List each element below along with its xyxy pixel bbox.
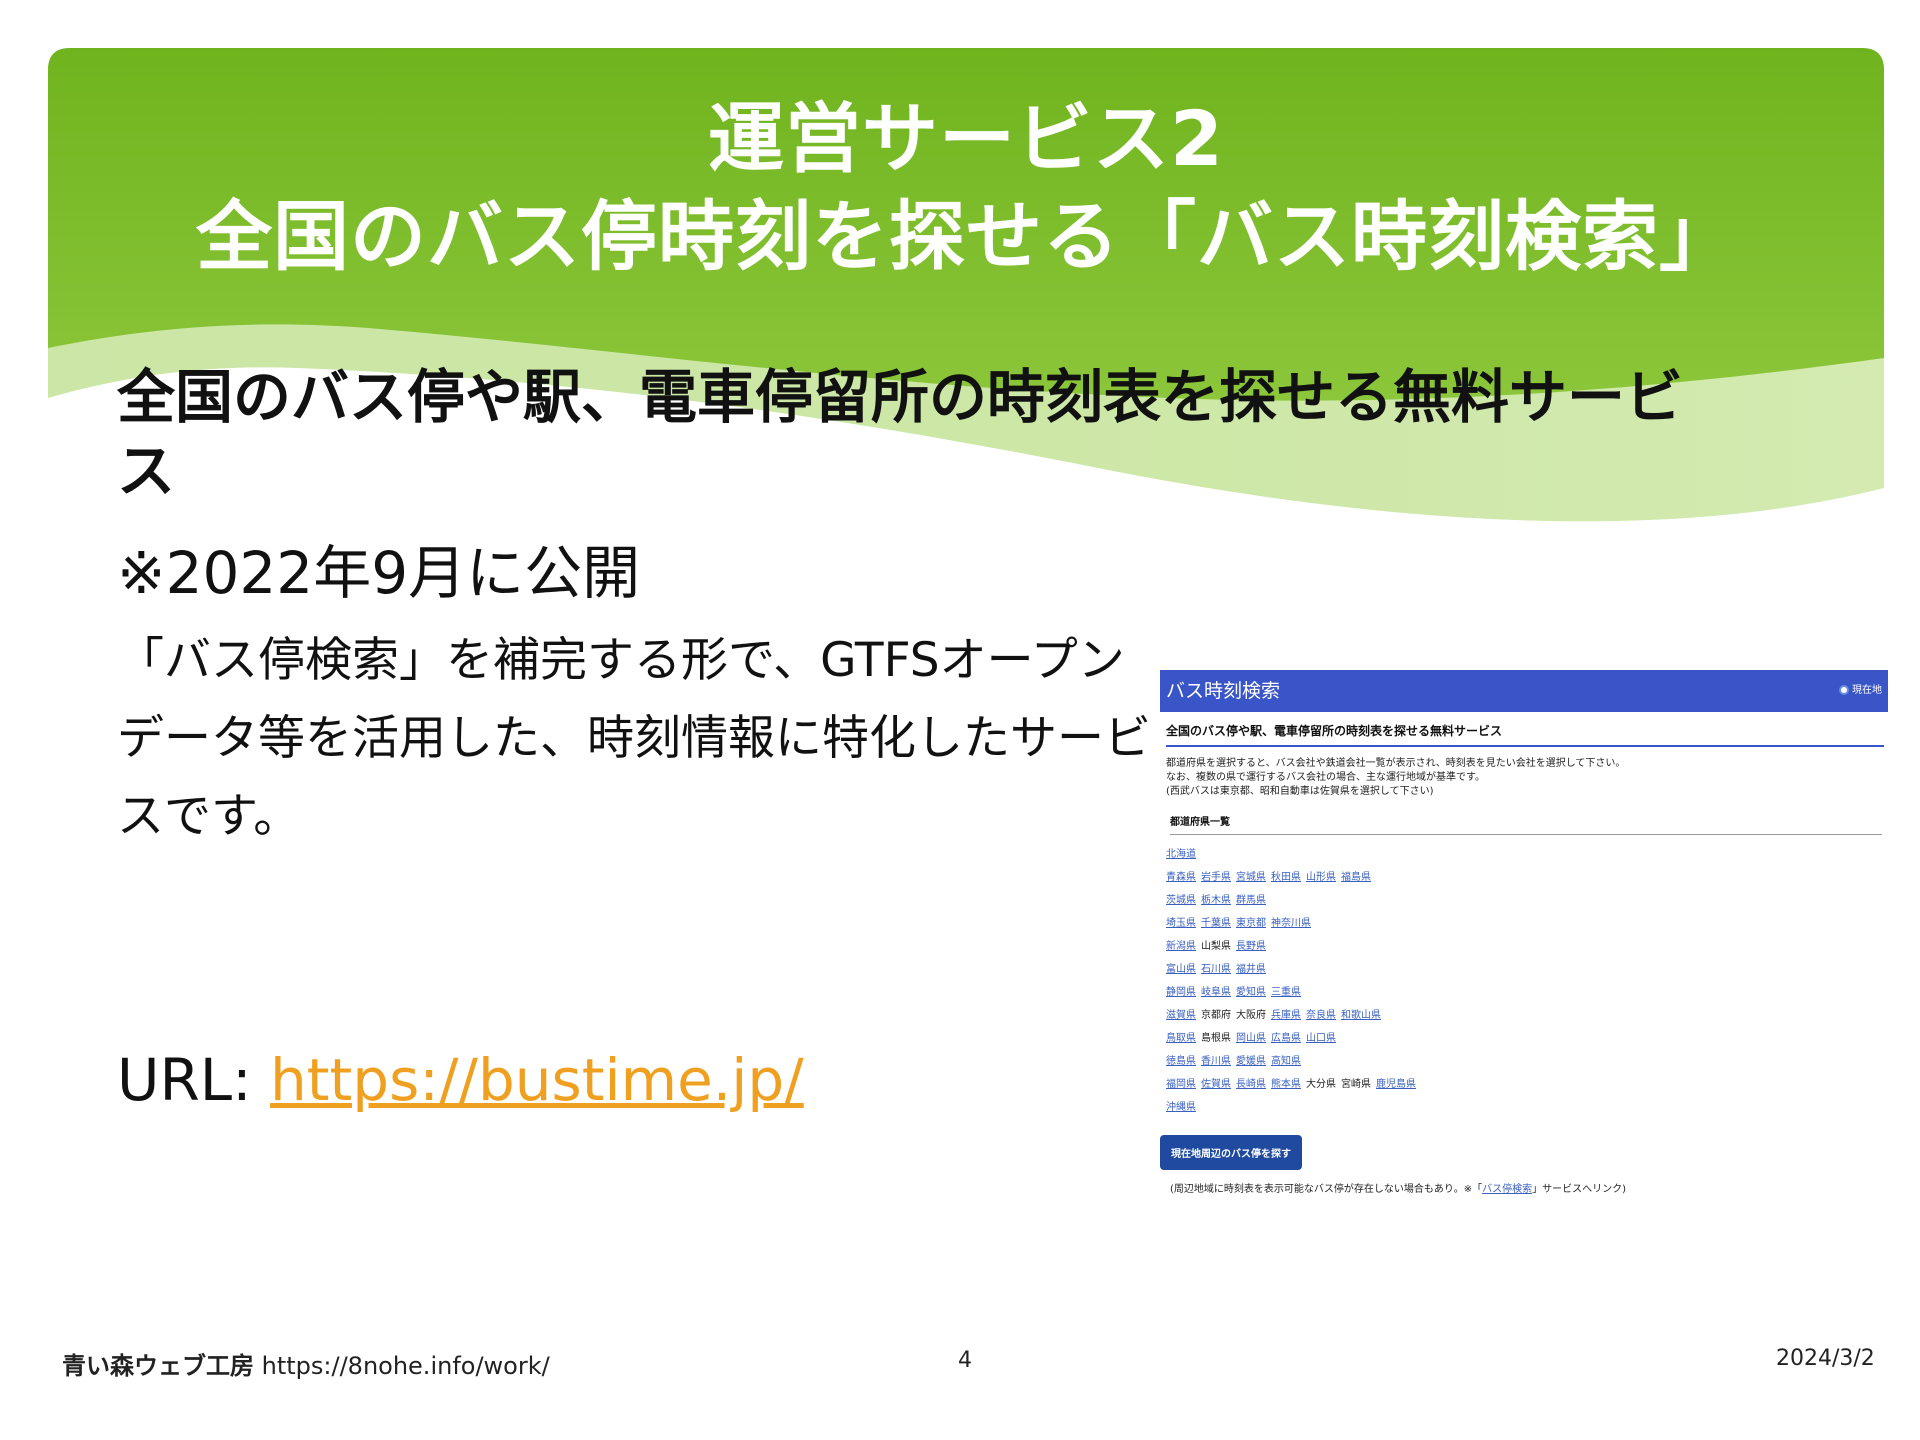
footnote-pre: (周辺地域に時刻表を表示可能なバス停が存在しない場合もあり。※「	[1170, 1184, 1483, 1195]
prefecture-item[interactable]: 長崎県	[1236, 1079, 1266, 1090]
nearby-bus-stop-button[interactable]: 現在地周辺のバス停を探す	[1160, 1135, 1302, 1170]
prefecture-item[interactable]: 愛知県	[1236, 987, 1266, 998]
prefecture-item: 大分県	[1306, 1079, 1336, 1090]
prefecture-row: 青森県 岩手県 宮城県 秋田県 山形県 福島県	[1166, 866, 1888, 889]
prefecture-row: 静岡県 岐阜県 愛知県 三重県	[1166, 981, 1888, 1004]
url-line: URL: https://bustime.jp/	[117, 1045, 804, 1115]
prefecture-item[interactable]: 富山県	[1166, 964, 1196, 975]
bus-stop-search-link[interactable]: バス停検索	[1482, 1184, 1532, 1195]
prefecture-list: 北海道 青森県 岩手県 宮城県 秋田県 山形県 福島県 茨城県 栃木県 群馬県 埼玉県 千葉県 東京都神…	[1166, 843, 1888, 1119]
footnote: (周辺地域に時刻表を表示可能なバス停が存在しない場合もあり。※「バス停検索」サー…	[1170, 1180, 1888, 1195]
prefecture-item[interactable]: 香川県	[1201, 1056, 1231, 1067]
prefecture-item: 島根県	[1201, 1033, 1231, 1044]
prefecture-list-heading: 都道府県一覧	[1170, 813, 1882, 835]
prefecture-item[interactable]: 沖縄県	[1166, 1102, 1196, 1113]
prefecture-item[interactable]: 岩手県	[1201, 872, 1231, 883]
prefecture-row: 滋賀県 京都府 大阪府 兵庫県 奈良県 和歌山県	[1166, 1004, 1888, 1027]
prefecture-item[interactable]: 石川県	[1201, 964, 1231, 975]
prefecture-item[interactable]: 福島県	[1341, 872, 1371, 883]
prefecture-item[interactable]: 佐賀県	[1201, 1079, 1231, 1090]
screenshot-subtitle: 全国のバス停や駅、電車停留所の時刻表を探せる無料サービス	[1166, 722, 1884, 747]
prefecture-item[interactable]: 秋田県	[1271, 872, 1301, 883]
prefecture-row: 新潟県 山梨県 長野県	[1166, 935, 1888, 958]
current-location-label: 現在地	[1852, 685, 1882, 696]
prefecture-item[interactable]: 徳島県	[1166, 1056, 1196, 1067]
prefecture-row: 福岡県 佐賀県 長崎県 熊本県 大分県 宮崎県 鹿児島県	[1166, 1073, 1888, 1096]
prefecture-item[interactable]: 青森県	[1166, 872, 1196, 883]
bustime-url-link[interactable]: https://bustime.jp/	[270, 1046, 804, 1114]
bustime-screenshot: バス時刻検索 現在地 全国のバス停や駅、電車停留所の時刻表を探せる無料サービス …	[1160, 670, 1888, 1200]
prefecture-item[interactable]: 新潟県	[1166, 941, 1196, 952]
current-location-button[interactable]: 現在地	[1839, 670, 1882, 712]
prefecture-item: 宮崎県	[1341, 1079, 1371, 1090]
page-number: 4	[958, 1348, 972, 1373]
prefecture-item[interactable]: 岐阜県	[1201, 987, 1231, 998]
intro-line: なお、複数の県で運行するバス会社の場合、主な運行地域が基準です。	[1166, 772, 1485, 783]
location-pin-icon	[1839, 685, 1849, 695]
prefecture-item[interactable]: 奈良県	[1306, 1010, 1336, 1021]
prefecture-item[interactable]: 山口県	[1306, 1033, 1336, 1044]
prefecture-item[interactable]: 埼玉県	[1166, 918, 1196, 929]
prefecture-item[interactable]: 高知県	[1271, 1056, 1301, 1067]
prefecture-item[interactable]: 岡山県	[1236, 1033, 1266, 1044]
prefecture-item[interactable]: 兵庫県	[1271, 1010, 1301, 1021]
lead-text: 全国のバス停や駅、電車停留所の時刻表を探せる無料サービス	[117, 363, 1684, 505]
description-text: 「バス停検索」を補完する形で、GTFSオープンデータ等を活用した、時刻情報に特化…	[117, 633, 1151, 844]
release-note: ※2022年9月に公開	[117, 539, 641, 607]
prefecture-item[interactable]: 和歌山県	[1341, 1010, 1381, 1021]
prefecture-row: 鳥取県 島根県 岡山県 広島県 山口県	[1166, 1027, 1888, 1050]
prefecture-row: 埼玉県 千葉県 東京都 神奈川県	[1166, 912, 1888, 935]
prefecture-item[interactable]: 群馬県	[1236, 895, 1266, 906]
prefecture-row: 富山県 石川県 福井県	[1166, 958, 1888, 981]
prefecture-item[interactable]: 静岡県	[1166, 987, 1196, 998]
prefecture-item[interactable]: 滋賀県	[1166, 1010, 1196, 1021]
app-header-bar: バス時刻検索 現在地	[1160, 670, 1888, 712]
app-title: バス時刻検索	[1166, 680, 1281, 702]
prefecture-item[interactable]: 千葉県	[1201, 918, 1231, 929]
prefecture-item[interactable]: 宮城県	[1236, 872, 1266, 883]
title-line-2: 全国のバス停時刻を探せる「バス時刻検索」	[196, 192, 1736, 281]
prefecture-row: 徳島県 香川県 愛媛県 高知県	[1166, 1050, 1888, 1073]
intro-line: (西武バスは東京都、昭和自動車は佐賀県を選択して下さい)	[1166, 786, 1434, 797]
intro-line: 都道府県を選択すると、バス会社や鉄道会社一覧が表示され、時刻表を見たい会社を選択…	[1166, 758, 1626, 769]
prefecture-item[interactable]: 神奈川県	[1271, 918, 1311, 929]
prefecture-item[interactable]: 愛媛県	[1236, 1056, 1266, 1067]
prefecture-item[interactable]: 栃木県	[1201, 895, 1231, 906]
prefecture-item[interactable]: 鳥取県	[1166, 1033, 1196, 1044]
prefecture-item: 山梨県	[1201, 941, 1231, 952]
footer-brand: 青い森ウェブ工房 https://8nohe.info/work/	[62, 1346, 550, 1381]
prefecture-item[interactable]: 長野県	[1236, 941, 1266, 952]
title-line-1: 運営サービス2	[708, 94, 1224, 183]
brand-name: 青い森ウェブ工房	[62, 1351, 254, 1380]
slide-date: 2024/3/2	[1776, 1346, 1875, 1371]
prefecture-item: 京都府	[1201, 1010, 1231, 1021]
prefecture-item[interactable]: 福岡県	[1166, 1079, 1196, 1090]
prefecture-item[interactable]: 山形県	[1306, 872, 1336, 883]
prefecture-item: 大阪府	[1236, 1010, 1266, 1021]
prefecture-row: 北海道	[1166, 843, 1888, 866]
prefecture-item[interactable]: 茨城県	[1166, 895, 1196, 906]
prefecture-item[interactable]: 北海道	[1166, 849, 1196, 860]
prefecture-item[interactable]: 東京都	[1236, 918, 1266, 929]
url-label: URL:	[117, 1046, 271, 1114]
footnote-post: 」サービスへリンク)	[1532, 1184, 1626, 1195]
prefecture-row: 茨城県 栃木県 群馬県	[1166, 889, 1888, 912]
slide-title: 運営サービス2 全国のバス停時刻を探せる「バス時刻検索」	[48, 90, 1884, 286]
prefecture-item[interactable]: 福井県	[1236, 964, 1266, 975]
prefecture-row: 沖縄県	[1166, 1096, 1888, 1119]
intro-text: 都道府県を選択すると、バス会社や鉄道会社一覧が表示され、時刻表を見たい会社を選択…	[1166, 757, 1882, 799]
prefecture-item[interactable]: 三重県	[1271, 987, 1301, 998]
prefecture-item[interactable]: 広島県	[1271, 1033, 1301, 1044]
prefecture-item[interactable]: 鹿児島県	[1376, 1079, 1416, 1090]
brand-url[interactable]: https://8nohe.info/work/	[262, 1352, 550, 1380]
prefecture-item[interactable]: 熊本県	[1271, 1079, 1301, 1090]
